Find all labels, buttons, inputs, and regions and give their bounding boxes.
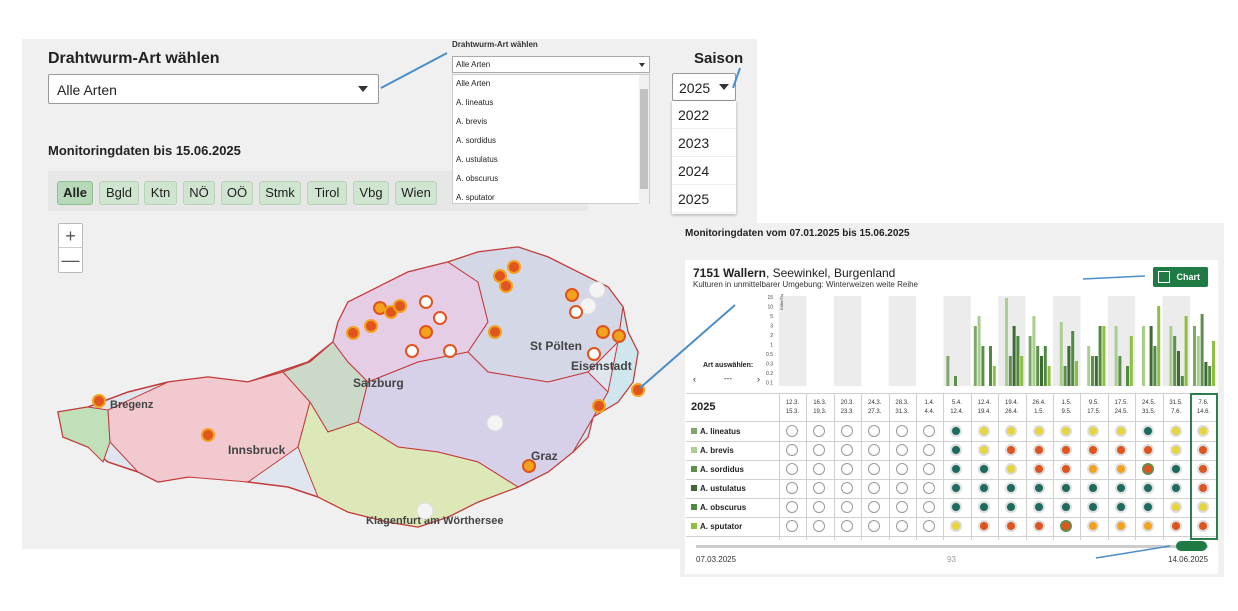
annotation-arrows — [380, 52, 1171, 559]
arrow-icon — [639, 304, 736, 389]
arrow-icon — [380, 52, 448, 89]
arrow-icon — [1082, 275, 1146, 280]
arrow-icon — [1095, 545, 1171, 559]
arrow-icon — [732, 67, 741, 89]
